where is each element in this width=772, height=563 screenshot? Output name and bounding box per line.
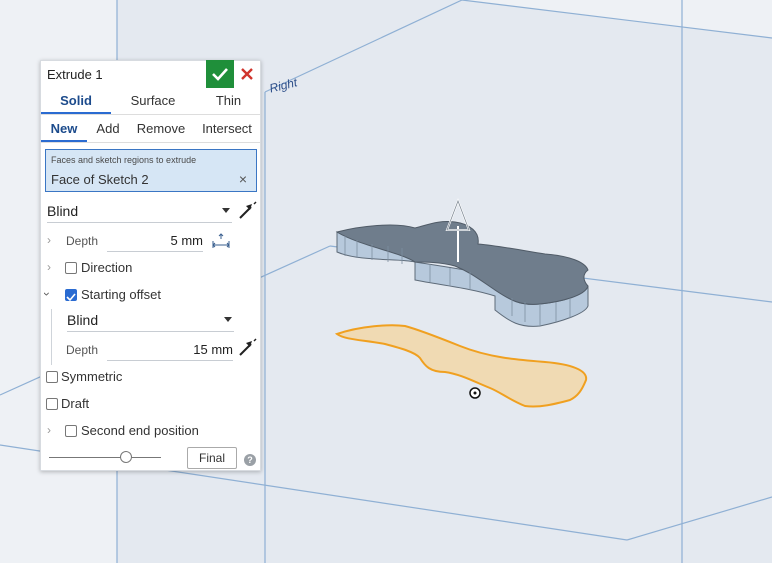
flip-direction-icon[interactable] [237,201,257,221]
symmetric-row: Symmetric [41,367,260,389]
flip-direction-icon[interactable] [237,338,257,358]
offset-type-select[interactable]: Blind [67,309,234,332]
accept-button[interactable] [206,60,234,88]
preview-slider-thumb[interactable] [120,451,132,463]
check-icon [66,293,76,302]
tab-new[interactable]: New [41,116,87,142]
chevron-right-icon[interactable]: › [47,233,51,247]
direction-label: Direction [81,260,133,275]
second-end-row: › Second end position [41,421,260,443]
offset-depth-label: Depth [66,343,99,357]
measure-arrows-icon[interactable] [212,233,230,249]
depth-input[interactable]: 5 mm [107,231,203,252]
direction-row: › Direction [41,258,260,280]
tab-thin[interactable]: Thin [201,88,256,114]
close-icon [241,68,253,80]
preview-slider-track[interactable] [49,457,161,458]
offset-type-value: Blind [67,312,99,328]
tab-add[interactable]: Add [89,116,127,142]
chevron-down-icon [224,317,232,322]
tab-intersect[interactable]: Intersect [199,116,255,142]
cancel-button[interactable] [237,64,257,84]
chevron-right-icon[interactable]: › [47,260,51,274]
starting-offset-row: › Starting offset [40,285,260,307]
chevron-down-icon[interactable]: › [40,292,54,296]
dialog-header: Extrude 1 [41,60,260,88]
tab-remove[interactable]: Remove [135,116,187,142]
help-icon[interactable]: ? [244,454,256,466]
end-type-select[interactable]: Blind [47,200,232,223]
chevron-down-icon [222,208,230,213]
starting-offset-label: Starting offset [81,287,161,302]
second-end-label: Second end position [81,423,199,438]
operation-tabs: New Add Remove Intersect [41,116,260,143]
selection-field[interactable]: Faces and sketch regions to extrude Face… [45,149,257,192]
second-end-checkbox[interactable] [65,425,77,437]
chevron-right-icon[interactable]: › [47,423,51,437]
draft-row: Draft [41,394,260,416]
clear-selection-icon[interactable]: × [239,171,247,187]
depth-label: Depth [66,234,99,248]
tab-solid[interactable]: Solid [41,88,111,114]
end-type-value: Blind [47,203,79,219]
symmetric-checkbox[interactable] [46,371,58,383]
draft-label: Draft [61,396,90,411]
check-icon [212,68,228,81]
direction-checkbox[interactable] [65,262,77,274]
dialog-title: Extrude 1 [47,67,103,82]
symmetric-label: Symmetric [61,369,123,384]
starting-offset-checkbox[interactable] [65,289,77,302]
tab-surface[interactable]: Surface [113,88,193,114]
final-button[interactable]: Final [187,447,237,469]
selection-value: Face of Sketch 2 [51,172,149,187]
body-type-tabs: Solid Surface Thin [41,88,260,115]
selection-field-label: Faces and sketch regions to extrude [51,155,197,165]
offset-depth-input[interactable]: 15 mm [107,340,233,361]
draft-checkbox[interactable] [46,398,58,410]
extrude-feature-dialog: Extrude 1 Solid Surface Thin New Add Rem… [40,60,261,471]
offset-depth-row: Depth 15 mm [41,338,260,362]
depth-row: › Depth 5 mm [41,231,260,253]
